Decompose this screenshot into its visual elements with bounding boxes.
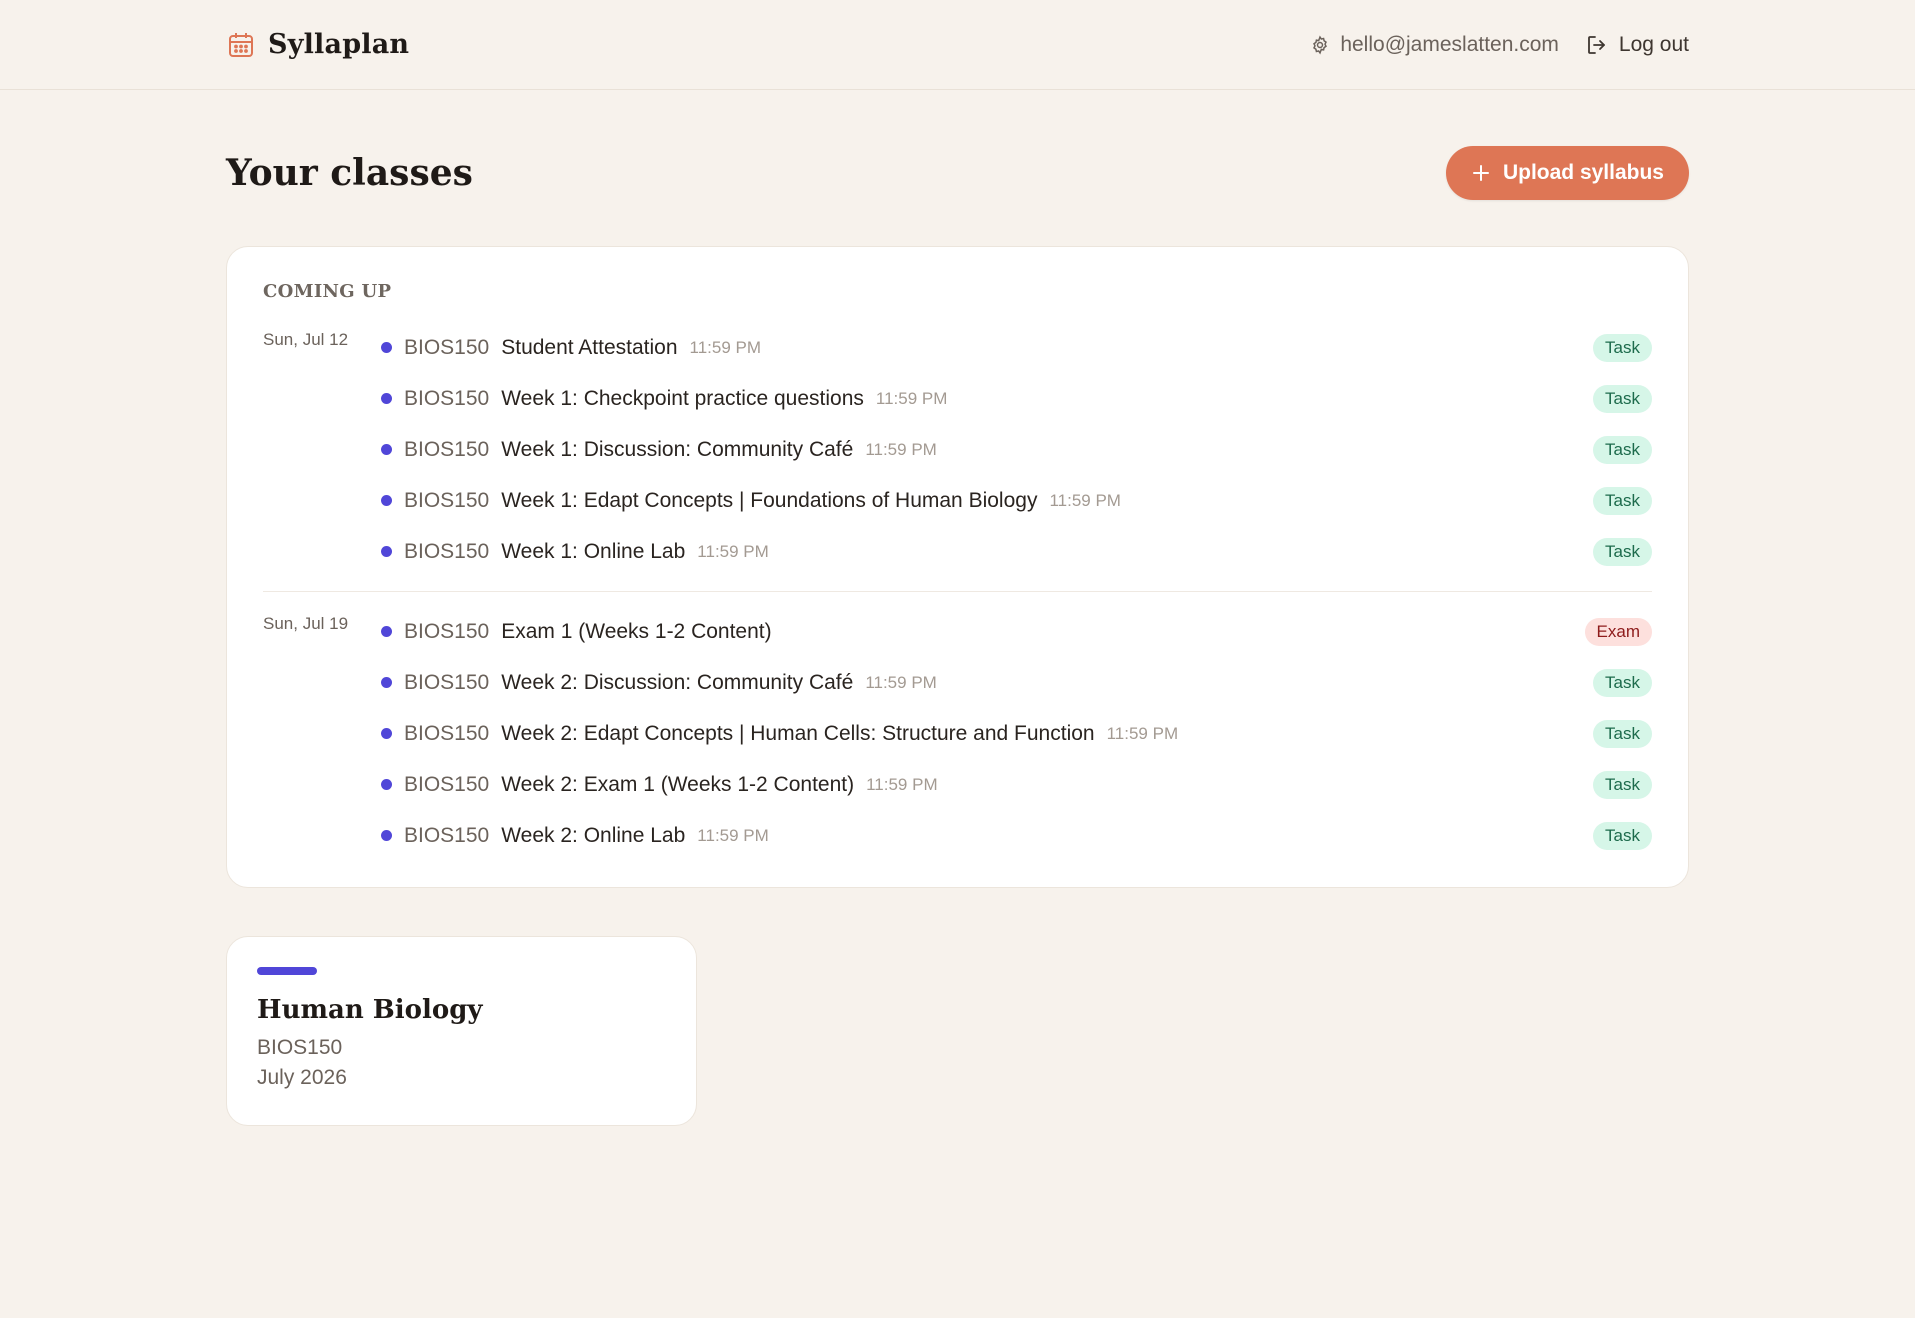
task-badge: Task (1593, 435, 1652, 464)
task-badge: Task (1593, 719, 1652, 748)
list-item[interactable]: BIOS150 Student Attestation 11:59 PM Task (381, 322, 1652, 373)
main-content: Your classes Upload syllabus COMING UP S… (0, 138, 1915, 1126)
course-code: BIOS150 (404, 335, 490, 359)
course-color-dot (381, 546, 392, 557)
day-items: BIOS150 Exam 1 (Weeks 1-2 Content) Exam BIO… (381, 606, 1652, 861)
day-label: Sun, Jul 19 (263, 614, 349, 633)
page-title: Your classes (226, 152, 473, 194)
task-badge: Task (1593, 821, 1652, 850)
list-item[interactable]: BIOS150 Week 1: Edapt Concepts | Foundati… (381, 475, 1652, 526)
account-settings-link[interactable]: hello@jameslatten.com (1310, 33, 1559, 57)
list-item[interactable]: BIOS150 Week 1: Online Lab 11:59 PM Task (381, 526, 1652, 577)
list-item[interactable]: BIOS150 Week 2: Online Lab 11:59 PM Task (381, 810, 1652, 861)
class-code: BIOS150 (257, 1036, 343, 1059)
class-card[interactable]: Human Biology BIOS150 July 2026 (226, 936, 697, 1126)
task-badge: Task (1593, 486, 1652, 515)
item-title: Exam 1 (Weeks 1-2 Content) (501, 619, 772, 643)
item-time: 11:59 PM (1049, 490, 1121, 510)
item-time: 11:59 PM (865, 672, 937, 692)
logout-label: Log out (1618, 32, 1689, 56)
day-label: Sun, Jul 12 (263, 330, 349, 349)
day-items: BIOS150 Student Attestation 11:59 PM Task BI… (381, 322, 1652, 577)
item-title: Week 2: Edapt Concepts | Human Cells: St… (501, 721, 1095, 745)
calendar-icon (229, 32, 253, 57)
coming-up-list: Sun, Jul 12 BIOS150 Student Attestation 11:… (263, 322, 1652, 861)
course-color-dot (381, 830, 392, 841)
upload-syllabus-button[interactable]: Upload syllabus (1445, 146, 1689, 200)
top-bar: Syllaplan hello@jameslatten.com Log out (0, 0, 1915, 90)
course-code: BIOS150 (404, 721, 490, 745)
item-time: 11:59 PM (1106, 723, 1179, 743)
brand[interactable]: Syllaplan (226, 29, 409, 60)
course-code: BIOS150 (404, 670, 490, 694)
course-color-dot (381, 677, 392, 688)
list-item[interactable]: BIOS150 Week 2: Edapt Concepts | Human Ce… (381, 708, 1652, 759)
item-title: Week 1: Edapt Concepts | Foundations of … (501, 488, 1038, 512)
class-color-bar (257, 967, 317, 975)
course-code: BIOS150 (404, 386, 490, 410)
item-title: Week 1: Checkpoint practice questions (501, 386, 864, 410)
course-color-dot (381, 342, 392, 353)
item-title: Week 2: Exam 1 (Weeks 1-2 Content) (501, 772, 855, 796)
item-title: Week 1: Discussion: Community Café (501, 437, 854, 461)
class-term: July 2026 (257, 1066, 347, 1089)
item-time: 11:59 PM (865, 439, 937, 459)
course-code: BIOS150 (404, 539, 490, 563)
day-group: Sun, Jul 12 BIOS150 Student Attestation 11:… (263, 322, 1652, 577)
account-area: hello@jameslatten.com Log out (1310, 33, 1689, 57)
list-item[interactable]: BIOS150 Week 1: Discussion: Community Caf… (381, 424, 1652, 475)
task-badge: Task (1593, 537, 1652, 566)
course-code: BIOS150 (404, 488, 490, 512)
item-title: Week 2: Discussion: Community Café (501, 670, 854, 694)
heading-row: Your classes Upload syllabus (226, 138, 1689, 208)
course-code: BIOS150 (404, 619, 490, 643)
course-code: BIOS150 (404, 772, 490, 796)
course-color-dot (381, 728, 392, 739)
item-title: Student Attestation (501, 335, 678, 359)
class-cards: Human Biology BIOS150 July 2026 (226, 936, 1689, 1126)
day-group: Sun, Jul 19 BIOS150 Exam 1 (Weeks 1-2 Cont… (263, 591, 1652, 861)
coming-up-panel: COMING UP Sun, Jul 12 BIOS150 Student Atte… (226, 246, 1689, 888)
list-item[interactable]: BIOS150 Exam 1 (Weeks 1-2 Content) Exam (381, 606, 1652, 657)
coming-up-title: COMING UP (263, 281, 392, 302)
course-color-dot (381, 393, 392, 404)
course-color-dot (381, 779, 392, 790)
item-time: 11:59 PM (697, 825, 769, 845)
upload-syllabus-label: Upload syllabus (1502, 161, 1664, 184)
task-badge: Task (1593, 770, 1652, 799)
exam-badge: Exam (1584, 617, 1652, 646)
brand-name: Syllaplan (268, 29, 410, 60)
class-meta: BIOS150 July 2026 (257, 1033, 666, 1093)
logout-button[interactable]: Log out (1585, 33, 1689, 57)
item-title: Week 2: Online Lab (501, 823, 686, 847)
plus-icon (1472, 165, 1489, 181)
task-badge: Task (1593, 668, 1652, 697)
item-title: Week 1: Online Lab (501, 539, 686, 563)
item-time: 11:59 PM (866, 774, 938, 794)
course-code: BIOS150 (404, 823, 490, 847)
course-color-dot (381, 626, 392, 637)
gear-icon (1313, 34, 1328, 55)
course-code: BIOS150 (404, 437, 490, 461)
item-time: 11:59 PM (697, 541, 769, 561)
course-color-dot (381, 444, 392, 455)
account-email: hello@jameslatten.com (1340, 32, 1559, 56)
list-item[interactable]: BIOS150 Week 2: Exam 1 (Weeks 1-2 Content… (381, 759, 1652, 810)
course-color-dot (381, 495, 392, 506)
item-time: 11:59 PM (689, 337, 762, 357)
task-badge: Task (1593, 333, 1652, 362)
item-time: 11:59 PM (875, 388, 948, 408)
logout-icon (1588, 35, 1605, 54)
list-item[interactable]: BIOS150 Week 1: Checkpoint practice quest… (381, 373, 1652, 424)
task-badge: Task (1593, 384, 1652, 413)
class-name: Human Biology (257, 995, 483, 1025)
list-item[interactable]: BIOS150 Week 2: Discussion: Community Caf… (381, 657, 1652, 708)
